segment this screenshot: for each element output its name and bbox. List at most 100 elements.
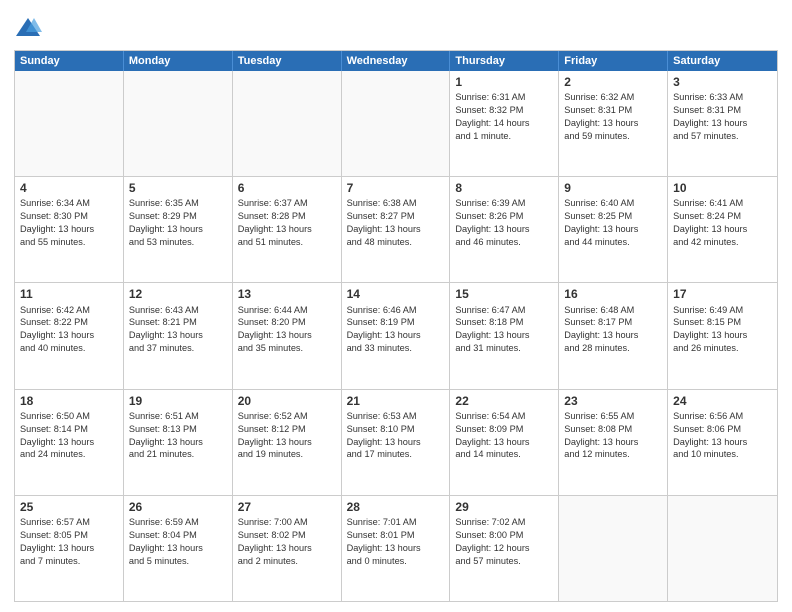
cell-info: Sunrise: 6:40 AM Sunset: 8:25 PM Dayligh… <box>564 197 662 249</box>
cell-info: Sunrise: 6:41 AM Sunset: 8:24 PM Dayligh… <box>673 197 772 249</box>
calendar-cell <box>124 71 233 176</box>
calendar-cell: 25Sunrise: 6:57 AM Sunset: 8:05 PM Dayli… <box>15 496 124 601</box>
header-day: Thursday <box>450 51 559 71</box>
calendar-cell: 20Sunrise: 6:52 AM Sunset: 8:12 PM Dayli… <box>233 390 342 495</box>
cell-info: Sunrise: 6:47 AM Sunset: 8:18 PM Dayligh… <box>455 304 553 356</box>
calendar-row: 4Sunrise: 6:34 AM Sunset: 8:30 PM Daylig… <box>15 177 777 283</box>
day-number: 13 <box>238 286 336 302</box>
day-number: 3 <box>673 74 772 90</box>
calendar-cell: 10Sunrise: 6:41 AM Sunset: 8:24 PM Dayli… <box>668 177 777 282</box>
header-day: Wednesday <box>342 51 451 71</box>
day-number: 21 <box>347 393 445 409</box>
day-number: 18 <box>20 393 118 409</box>
calendar-row: 11 Sunrise: 6:42 AM Sunset: 8:22 PM Dayli… <box>15 283 777 389</box>
calendar-cell <box>342 71 451 176</box>
cell-info: Sunrise: 6:48 AM Sunset: 8:17 PM Dayligh… <box>564 304 662 356</box>
calendar-cell <box>668 496 777 601</box>
day-number: 8 <box>455 180 553 196</box>
day-number: 10 <box>673 180 772 196</box>
cell-info: Sunrise: 6:46 AM Sunset: 8:19 PM Dayligh… <box>347 304 445 356</box>
cell-info: Sunrise: 6:34 AM Sunset: 8:30 PM Dayligh… <box>20 197 118 249</box>
cell-info: Sunrise: 6:35 AM Sunset: 8:29 PM Dayligh… <box>129 197 227 249</box>
calendar-header: SundayMondayTuesdayWednesdayThursdayFrid… <box>15 51 777 71</box>
calendar-cell: 6Sunrise: 6:37 AM Sunset: 8:28 PM Daylig… <box>233 177 342 282</box>
header-day: Friday <box>559 51 668 71</box>
cell-info: Sunrise: 6:51 AM Sunset: 8:13 PM Dayligh… <box>129 410 227 462</box>
logo <box>14 14 44 42</box>
day-number: 29 <box>455 499 553 515</box>
cell-info: Sunrise: 6:53 AM Sunset: 8:10 PM Dayligh… <box>347 410 445 462</box>
cell-info: Sunrise: 6:44 AM Sunset: 8:20 PM Dayligh… <box>238 304 336 356</box>
cell-info: Sunrise: 6:52 AM Sunset: 8:12 PM Dayligh… <box>238 410 336 462</box>
calendar-cell: 23Sunrise: 6:55 AM Sunset: 8:08 PM Dayli… <box>559 390 668 495</box>
cell-info: Sunrise: 6:49 AM Sunset: 8:15 PM Dayligh… <box>673 304 772 356</box>
calendar-cell: 26Sunrise: 6:59 AM Sunset: 8:04 PM Dayli… <box>124 496 233 601</box>
logo-icon <box>14 14 42 42</box>
cell-info: Sunrise: 6:59 AM Sunset: 8:04 PM Dayligh… <box>129 516 227 568</box>
header-day: Sunday <box>15 51 124 71</box>
cell-info: Sunrise: 6:31 AM Sunset: 8:32 PM Dayligh… <box>455 91 553 143</box>
calendar-cell: 15 Sunrise: 6:47 AM Sunset: 8:18 PM Dayli… <box>450 283 559 388</box>
calendar-cell: 19Sunrise: 6:51 AM Sunset: 8:13 PM Dayli… <box>124 390 233 495</box>
day-number: 14 <box>347 286 445 302</box>
cell-info: Sunrise: 6:43 AM Sunset: 8:21 PM Dayligh… <box>129 304 227 356</box>
calendar-cell: 1Sunrise: 6:31 AM Sunset: 8:32 PM Daylig… <box>450 71 559 176</box>
cell-info: Sunrise: 7:00 AM Sunset: 8:02 PM Dayligh… <box>238 516 336 568</box>
day-number: 11 <box>20 286 118 302</box>
calendar-cell: 3Sunrise: 6:33 AM Sunset: 8:31 PM Daylig… <box>668 71 777 176</box>
calendar-cell: 22Sunrise: 6:54 AM Sunset: 8:09 PM Dayli… <box>450 390 559 495</box>
calendar-cell: 8Sunrise: 6:39 AM Sunset: 8:26 PM Daylig… <box>450 177 559 282</box>
header-day: Monday <box>124 51 233 71</box>
cell-info: Sunrise: 7:01 AM Sunset: 8:01 PM Dayligh… <box>347 516 445 568</box>
calendar-row: 25Sunrise: 6:57 AM Sunset: 8:05 PM Dayli… <box>15 496 777 601</box>
cell-info: Sunrise: 6:38 AM Sunset: 8:27 PM Dayligh… <box>347 197 445 249</box>
header <box>14 10 778 42</box>
day-number: 1 <box>455 74 553 90</box>
calendar-cell: 4Sunrise: 6:34 AM Sunset: 8:30 PM Daylig… <box>15 177 124 282</box>
calendar-body: 1Sunrise: 6:31 AM Sunset: 8:32 PM Daylig… <box>15 71 777 601</box>
day-number: 27 <box>238 499 336 515</box>
calendar-cell: 18Sunrise: 6:50 AM Sunset: 8:14 PM Dayli… <box>15 390 124 495</box>
page: SundayMondayTuesdayWednesdayThursdayFrid… <box>0 0 792 612</box>
calendar-cell: 17 Sunrise: 6:49 AM Sunset: 8:15 PM Dayli… <box>668 283 777 388</box>
calendar-cell: 27Sunrise: 7:00 AM Sunset: 8:02 PM Dayli… <box>233 496 342 601</box>
calendar-cell <box>15 71 124 176</box>
day-number: 22 <box>455 393 553 409</box>
calendar-cell <box>233 71 342 176</box>
day-number: 2 <box>564 74 662 90</box>
day-number: 16 <box>564 286 662 302</box>
day-number: 19 <box>129 393 227 409</box>
calendar-cell: 9Sunrise: 6:40 AM Sunset: 8:25 PM Daylig… <box>559 177 668 282</box>
calendar-cell: 7Sunrise: 6:38 AM Sunset: 8:27 PM Daylig… <box>342 177 451 282</box>
cell-info: Sunrise: 6:50 AM Sunset: 8:14 PM Dayligh… <box>20 410 118 462</box>
cell-info: Sunrise: 7:02 AM Sunset: 8:00 PM Dayligh… <box>455 516 553 568</box>
cell-info: Sunrise: 6:42 AM Sunset: 8:22 PM Dayligh… <box>20 304 118 356</box>
day-number: 6 <box>238 180 336 196</box>
calendar-cell: 11 Sunrise: 6:42 AM Sunset: 8:22 PM Dayli… <box>15 283 124 388</box>
cell-info: Sunrise: 6:39 AM Sunset: 8:26 PM Dayligh… <box>455 197 553 249</box>
calendar-row: 1Sunrise: 6:31 AM Sunset: 8:32 PM Daylig… <box>15 71 777 177</box>
calendar-cell: 14 Sunrise: 6:46 AM Sunset: 8:19 PM Dayli… <box>342 283 451 388</box>
day-number: 25 <box>20 499 118 515</box>
day-number: 23 <box>564 393 662 409</box>
day-number: 17 <box>673 286 772 302</box>
header-day: Tuesday <box>233 51 342 71</box>
calendar-cell <box>559 496 668 601</box>
day-number: 12 <box>129 286 227 302</box>
calendar-cell: 24Sunrise: 6:56 AM Sunset: 8:06 PM Dayli… <box>668 390 777 495</box>
calendar-cell: 13 Sunrise: 6:44 AM Sunset: 8:20 PM Dayli… <box>233 283 342 388</box>
calendar: SundayMondayTuesdayWednesdayThursdayFrid… <box>14 50 778 602</box>
calendar-cell: 29Sunrise: 7:02 AM Sunset: 8:00 PM Dayli… <box>450 496 559 601</box>
calendar-row: 18Sunrise: 6:50 AM Sunset: 8:14 PM Dayli… <box>15 390 777 496</box>
day-number: 26 <box>129 499 227 515</box>
cell-info: Sunrise: 6:57 AM Sunset: 8:05 PM Dayligh… <box>20 516 118 568</box>
calendar-cell: 2Sunrise: 6:32 AM Sunset: 8:31 PM Daylig… <box>559 71 668 176</box>
calendar-cell: 21Sunrise: 6:53 AM Sunset: 8:10 PM Dayli… <box>342 390 451 495</box>
calendar-cell: 12 Sunrise: 6:43 AM Sunset: 8:21 PM Dayli… <box>124 283 233 388</box>
cell-info: Sunrise: 6:37 AM Sunset: 8:28 PM Dayligh… <box>238 197 336 249</box>
day-number: 24 <box>673 393 772 409</box>
day-number: 15 <box>455 286 553 302</box>
cell-info: Sunrise: 6:32 AM Sunset: 8:31 PM Dayligh… <box>564 91 662 143</box>
cell-info: Sunrise: 6:55 AM Sunset: 8:08 PM Dayligh… <box>564 410 662 462</box>
cell-info: Sunrise: 6:56 AM Sunset: 8:06 PM Dayligh… <box>673 410 772 462</box>
